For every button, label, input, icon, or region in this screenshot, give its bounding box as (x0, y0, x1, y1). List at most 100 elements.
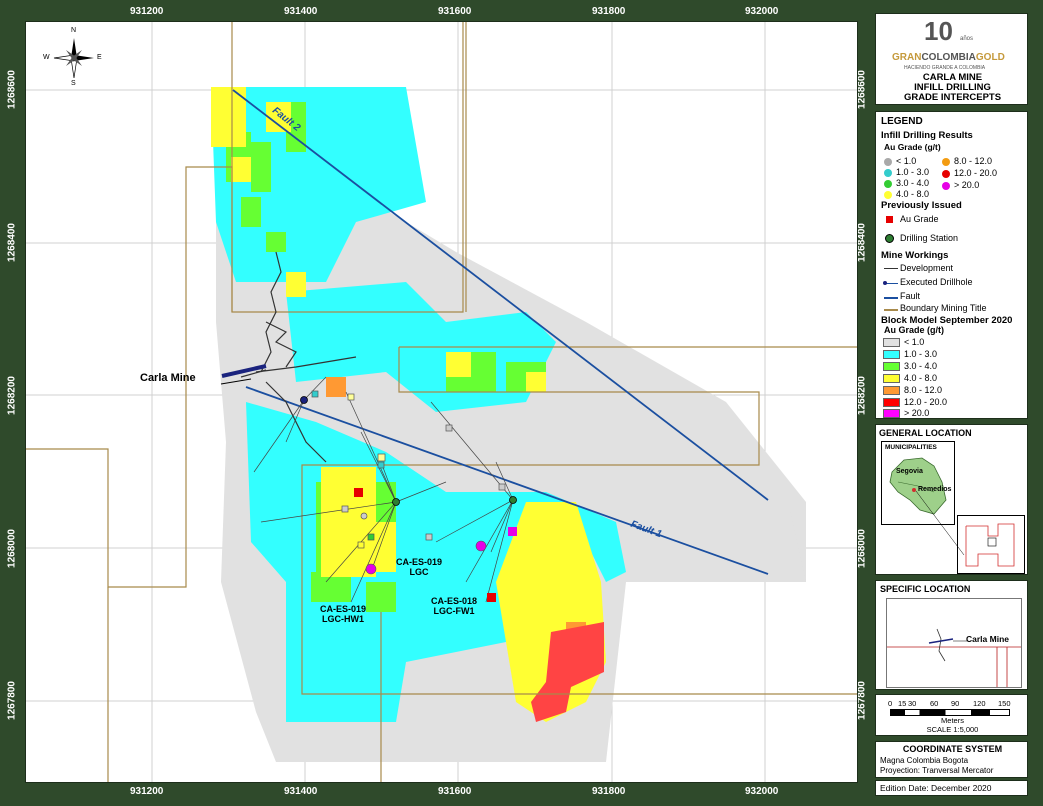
edition-panel: Edition Date: December 2020 (875, 780, 1028, 796)
scale-units: Meters (941, 716, 964, 725)
prev-au-grade-marker (487, 593, 496, 602)
coord-line1: Magna Colombia Bogota (880, 756, 969, 765)
legend-dot (942, 170, 950, 178)
block-swatch (883, 350, 900, 359)
y-tick-label: 1268400 (6, 223, 18, 262)
drillhole-dot-icon (883, 281, 887, 285)
specific-location-title: SPECIFIC LOCATION (880, 584, 971, 594)
y-tick-label: 1268400 (856, 223, 868, 262)
drilling-station (509, 496, 517, 504)
infill-title: Infill Drilling Results (881, 130, 973, 141)
y-tick-label: 1267800 (6, 681, 18, 720)
legend-label: 4.0 - 8.0 (904, 373, 938, 383)
y-tick-label: 1268600 (856, 70, 868, 109)
compass-n: N (71, 27, 77, 34)
legend-label: 8.0 - 12.0 (904, 385, 943, 395)
block-swatch (883, 374, 900, 383)
y-tick-label: 1268000 (6, 529, 18, 568)
intercept-high-grade (365, 563, 377, 575)
legend-label: < 1.0 (904, 337, 925, 347)
drill-label-es019-lgc: CA-ES-019 LGC (396, 557, 443, 577)
prev-au-label: Au Grade (900, 214, 939, 224)
block-swatch (883, 338, 900, 347)
legend-label: > 20.0 (954, 180, 980, 190)
legend-label: 8.0 - 12.0 (954, 156, 993, 166)
legend-label: 12.0 - 20.0 (954, 168, 998, 178)
legend-label: Executed Drillhole (900, 277, 973, 287)
legend-label: < 1.0 (896, 156, 917, 166)
block-au-grade: Au Grade (g/t) (884, 325, 944, 335)
coord-title: COORDINATE SYSTEM (902, 744, 1003, 754)
legend-dot (942, 158, 950, 166)
legend-dot (884, 191, 892, 199)
legend-panel: LEGEND Infill Drilling Results Au Grade … (875, 111, 1028, 419)
coord-line2: Proyection: Tranversal Mercator (880, 766, 994, 775)
scale-panel: 0 15 30 60 90 120 150 Meters SCALE 1:5,0… (875, 694, 1028, 736)
x-tick-label: 932000 (745, 6, 779, 17)
x-tick-label: 931600 (438, 786, 472, 797)
legend-dot (884, 180, 892, 188)
logo-brand: GRANCOLOMBIAGOLD (892, 52, 1005, 63)
drill-label-es019-hw1: CA-ES-019 LGC-HW1 (320, 604, 367, 624)
edition-date: Edition Date: December 2020 (880, 783, 992, 793)
x-tick-label: 931800 (592, 6, 626, 17)
intercept-high-grade (475, 540, 487, 552)
prev-au-grade-marker (508, 527, 517, 536)
legend-dot (884, 158, 892, 166)
specific-carla-label: Carla Mine (966, 634, 1009, 644)
logo-anos: años (960, 36, 974, 42)
compass-e: E (97, 54, 102, 61)
scale-text: SCALE 1:5,000 (926, 725, 979, 734)
x-tick-label: 931200 (130, 786, 164, 797)
block-swatch (883, 362, 900, 371)
prev-au-icon (886, 216, 893, 223)
x-tick-label: 932000 (745, 786, 779, 797)
map-canvas[interactable]: N S E W Carla Mine Fault 2 Fault 1 CA-ES… (25, 21, 858, 783)
legend-label: Boundary Mining Title (900, 303, 987, 313)
legend-title: LEGEND (881, 116, 923, 127)
drilling-station (392, 498, 400, 506)
development-icon (884, 268, 898, 269)
drill-label-es018-fw1: CA-ES-018 LGC-FW1 (431, 596, 478, 616)
y-tick-label: 1268000 (856, 529, 868, 568)
fault-icon (884, 297, 898, 299)
y-tick-label: 1268200 (856, 376, 868, 415)
prev-au-grade-marker (354, 488, 363, 497)
logo-tagline: HACIENDO GRANDE A COLOMBIA (904, 65, 986, 71)
legend-label: 4.0 - 8.0 (896, 189, 930, 199)
block-swatch (883, 409, 900, 418)
infill-au-grade: Au Grade (g/t) (884, 142, 941, 152)
y-tick-label: 1267800 (856, 681, 868, 720)
prev-station-label: Drilling Station (900, 233, 959, 243)
legend-label: 12.0 - 20.0 (904, 397, 948, 407)
x-tick-label: 931800 (592, 786, 626, 797)
block-swatch (883, 386, 900, 395)
coordinate-panel: COORDINATE SYSTEM Magna Colombia Bogota … (875, 741, 1028, 778)
block-swatch (883, 398, 900, 407)
drilling-station-icon (885, 234, 894, 243)
scale-bar (890, 709, 1010, 716)
y-tick-label: 1268600 (6, 70, 18, 109)
mine-title: Mine Workings (881, 250, 949, 261)
prev-title: Previously Issued (881, 200, 962, 211)
compass-s: S (71, 80, 76, 87)
legend-label: 3.0 - 4.0 (904, 361, 938, 371)
legend-dot (884, 169, 892, 177)
x-tick-label: 931600 (438, 6, 472, 17)
legend-dot (942, 182, 950, 190)
general-location-panel: GENERAL LOCATION MUNICIPALITIES Segovia … (875, 424, 1028, 575)
legend-label: 3.0 - 4.0 (896, 178, 930, 188)
x-tick-label: 931200 (130, 6, 164, 17)
legend-label: Fault (900, 291, 921, 301)
drilling-station (300, 396, 308, 404)
specific-location-panel: SPECIFIC LOCATION Carla Mine (875, 580, 1028, 690)
compass-w: W (43, 54, 50, 61)
map-drawing (26, 22, 857, 782)
legend-label: 1.0 - 3.0 (904, 349, 938, 359)
map-title: CARLA MINE INFILL DRILLING GRADE INTERCE… (903, 72, 1002, 103)
location-connector (915, 490, 965, 556)
carla-mine-label: Carla Mine (140, 372, 196, 384)
x-tick-label: 931400 (284, 6, 318, 17)
logo-number: 10 (924, 16, 953, 46)
legend-label: 1.0 - 3.0 (896, 167, 930, 177)
